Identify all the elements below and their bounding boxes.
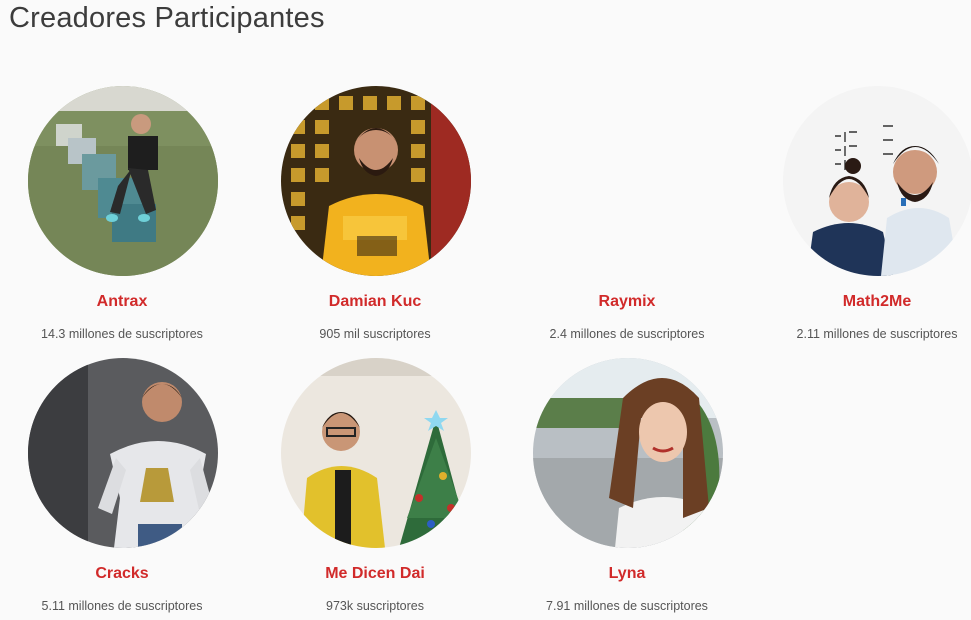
creator-card-me-dicen-dai[interactable]: Me Dicen Dai 973k suscriptores xyxy=(255,358,495,618)
creator-subscribers: 5.11 millones de suscriptores xyxy=(41,599,203,613)
creator-card-antrax[interactable]: Antrax 14.3 millones de suscriptores xyxy=(2,86,242,346)
creator-photo-antrax xyxy=(28,86,218,276)
creator-subscribers: 973k suscriptores xyxy=(326,599,424,613)
creator-card-cracks[interactable]: Cracks 5.11 millones de suscriptores xyxy=(2,358,242,618)
creator-avatar[interactable] xyxy=(533,86,723,276)
page-title: Creadores Participantes xyxy=(9,2,325,34)
creator-subscribers: 905 mil suscriptores xyxy=(319,327,431,341)
creator-avatar[interactable] xyxy=(281,358,471,548)
creator-photo-cracks xyxy=(28,358,218,548)
creator-card-math2me[interactable]: Math2Me 2.11 millones de suscriptores xyxy=(757,86,971,346)
creator-avatar[interactable] xyxy=(28,358,218,548)
creator-photo-me-dicen-dai xyxy=(281,358,471,548)
creator-avatar[interactable] xyxy=(783,86,971,276)
creator-subscribers: 2.11 millones de suscriptores xyxy=(796,327,958,341)
creator-name[interactable]: Raymix xyxy=(507,293,747,311)
creator-name[interactable]: Cracks xyxy=(2,565,242,583)
creator-card-damian-kuc[interactable]: Damian Kuc 905 mil suscriptores xyxy=(255,86,495,346)
creator-card-lyna[interactable]: Lyna 7.91 millones de suscriptores xyxy=(507,358,747,618)
creator-photo-damian-kuc xyxy=(281,86,471,276)
creator-photo-raymix xyxy=(533,86,723,276)
creator-subscribers: 14.3 millones de suscriptores xyxy=(41,327,203,341)
creator-name[interactable]: Math2Me xyxy=(757,293,971,311)
creator-subscribers: 2.4 millones de suscriptores xyxy=(549,327,705,341)
creator-avatar[interactable] xyxy=(533,358,723,548)
creator-avatar[interactable] xyxy=(281,86,471,276)
creator-name[interactable]: Me Dicen Dai xyxy=(255,565,495,583)
creator-name[interactable]: Antrax xyxy=(2,293,242,311)
creator-photo-math2me xyxy=(783,86,971,276)
creator-subscribers: 7.91 millones de suscriptores xyxy=(546,599,708,613)
creator-name[interactable]: Lyna xyxy=(507,565,747,583)
creator-avatar[interactable] xyxy=(28,86,218,276)
creator-name[interactable]: Damian Kuc xyxy=(255,293,495,311)
creator-card-raymix[interactable]: Raymix 2.4 millones de suscriptores xyxy=(507,86,747,346)
creator-photo-lyna xyxy=(533,358,723,548)
